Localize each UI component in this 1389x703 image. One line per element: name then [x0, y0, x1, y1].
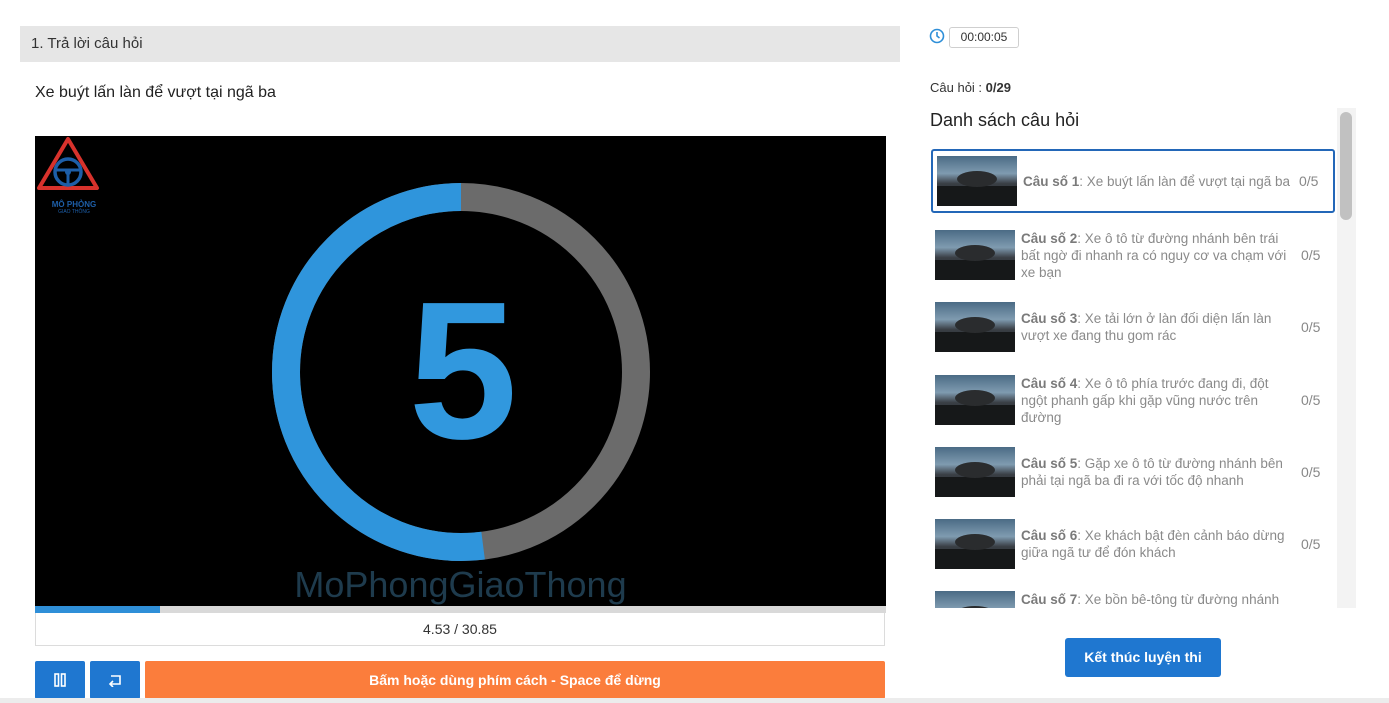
- question-thumbnail: [935, 447, 1015, 497]
- question-list-item[interactable]: Câu số 2: Xe ô tô từ đường nhánh bên trá…: [931, 228, 1335, 282]
- finish-practice-button[interactable]: Kết thúc luyện thi: [1065, 638, 1221, 677]
- question-text: Xe buýt lấn làn để vượt tại ngã ba: [35, 84, 276, 101]
- clock-icon: [929, 28, 945, 44]
- question-item-score: 0/5: [1301, 464, 1321, 480]
- question-list-item[interactable]: Câu số 4: Xe ô tô phía trước đang đi, độ…: [931, 374, 1335, 426]
- logo-subtitle: GIAO THÔNG: [58, 209, 90, 215]
- question-list[interactable]: Danh sách câu hỏi Câu số 1: Xe buýt lấn …: [926, 108, 1356, 608]
- question-count: Câu hỏi : 0/29: [930, 80, 1011, 95]
- countdown-graphic: 5: [272, 183, 650, 561]
- video-progress-fill: [35, 606, 161, 613]
- section-header: 1. Trả lời câu hỏi: [20, 26, 900, 62]
- logo-title: MÔ PHỎNG: [51, 200, 97, 209]
- replay-button[interactable]: [90, 661, 140, 699]
- question-item-label: Câu số 4: [1021, 375, 1078, 391]
- question-thumbnail: [935, 591, 1015, 608]
- question-item-label: Câu số 7: [1021, 592, 1078, 607]
- question-thumbnail: [935, 519, 1015, 569]
- question-item-desc: : Xe bồn bê-tông từ đường nhánh: [1077, 592, 1280, 607]
- question-item-score: 0/5: [1301, 319, 1321, 335]
- watermark: MoPhongGiaoThong: [294, 564, 627, 605]
- question-item-desc: : Xe buýt lấn làn để vượt tại ngã ba: [1079, 173, 1291, 189]
- question-item-label: Câu số 5: [1021, 456, 1078, 471]
- question-thumbnail: [935, 302, 1015, 352]
- question-item-score: 0/5: [1299, 173, 1319, 189]
- logo-icon: [37, 137, 99, 190]
- video-progress-bar[interactable]: [35, 606, 886, 613]
- question-list-title: Danh sách câu hỏi: [930, 110, 1080, 130]
- question-thumbnail: [935, 375, 1015, 425]
- question-list-item[interactable]: Câu số 5: Gặp xe ô tô từ đường nhánh bên…: [931, 447, 1335, 497]
- question-item-score: 0/5: [1301, 392, 1321, 408]
- question-list-scrollbar-thumb[interactable]: [1340, 112, 1352, 220]
- question-list-item[interactable]: Câu số 3: Xe tải lớn ở làn đối diện lấn …: [931, 302, 1335, 352]
- question-list-item[interactable]: Câu số 1: Xe buýt lấn làn để vượt tại ng…: [931, 149, 1335, 213]
- question-item-label: Câu số 6: [1021, 528, 1078, 543]
- question-list-item[interactable]: Câu số 7: Xe bồn bê-tông từ đường nhánh: [931, 591, 1335, 608]
- question-item-text: Câu số 1: Xe buýt lấn làn để vượt tại ng…: [1017, 173, 1299, 190]
- question-item-text: Câu số 6: Xe khách bật đèn cảnh báo dừng…: [1015, 527, 1301, 561]
- question-item-label: Câu số 1: [1023, 173, 1080, 189]
- video-time-display: 4.53 / 30.85: [35, 613, 885, 646]
- question-item-text: Câu số 3: Xe tải lớn ở làn đối diện lấn …: [1015, 310, 1301, 344]
- question-item-text: Câu số 4: Xe ô tô phía trước đang đi, độ…: [1015, 375, 1301, 426]
- question-thumbnail: [935, 230, 1015, 280]
- pause-button[interactable]: [35, 661, 85, 699]
- question-thumbnail: [937, 156, 1017, 206]
- question-item-text: Câu số 7: Xe bồn bê-tông từ đường nhánh: [1015, 591, 1301, 608]
- question-count-value: 0/29: [985, 80, 1011, 95]
- pause-icon: [54, 673, 66, 687]
- question-item-text: Câu số 2: Xe ô tô từ đường nhánh bên trá…: [1015, 230, 1301, 281]
- question-item-label: Câu số 2: [1021, 230, 1078, 246]
- bottom-edge: [0, 698, 1389, 703]
- question-item-score: 0/5: [1301, 536, 1321, 552]
- question-item-score: 0/5: [1301, 247, 1321, 263]
- countdown-number: 5: [408, 261, 517, 480]
- question-list-item[interactable]: Câu số 6: Xe khách bật đèn cảnh báo dừng…: [931, 519, 1335, 569]
- replay-icon: [108, 675, 121, 687]
- question-item-label: Câu số 3: [1021, 311, 1078, 326]
- question-count-label: Câu hỏi :: [930, 80, 983, 95]
- video-player[interactable]: 5 MÔ PHỎNG GIAO THÔNG MoPhongGiaoThong: [35, 136, 886, 606]
- exam-timer: 00:00:05: [949, 27, 1019, 48]
- stop-button[interactable]: Bấm hoặc dùng phím cách - Space để dừng: [145, 661, 885, 699]
- question-item-text: Câu số 5: Gặp xe ô tô từ đường nhánh bên…: [1015, 455, 1301, 489]
